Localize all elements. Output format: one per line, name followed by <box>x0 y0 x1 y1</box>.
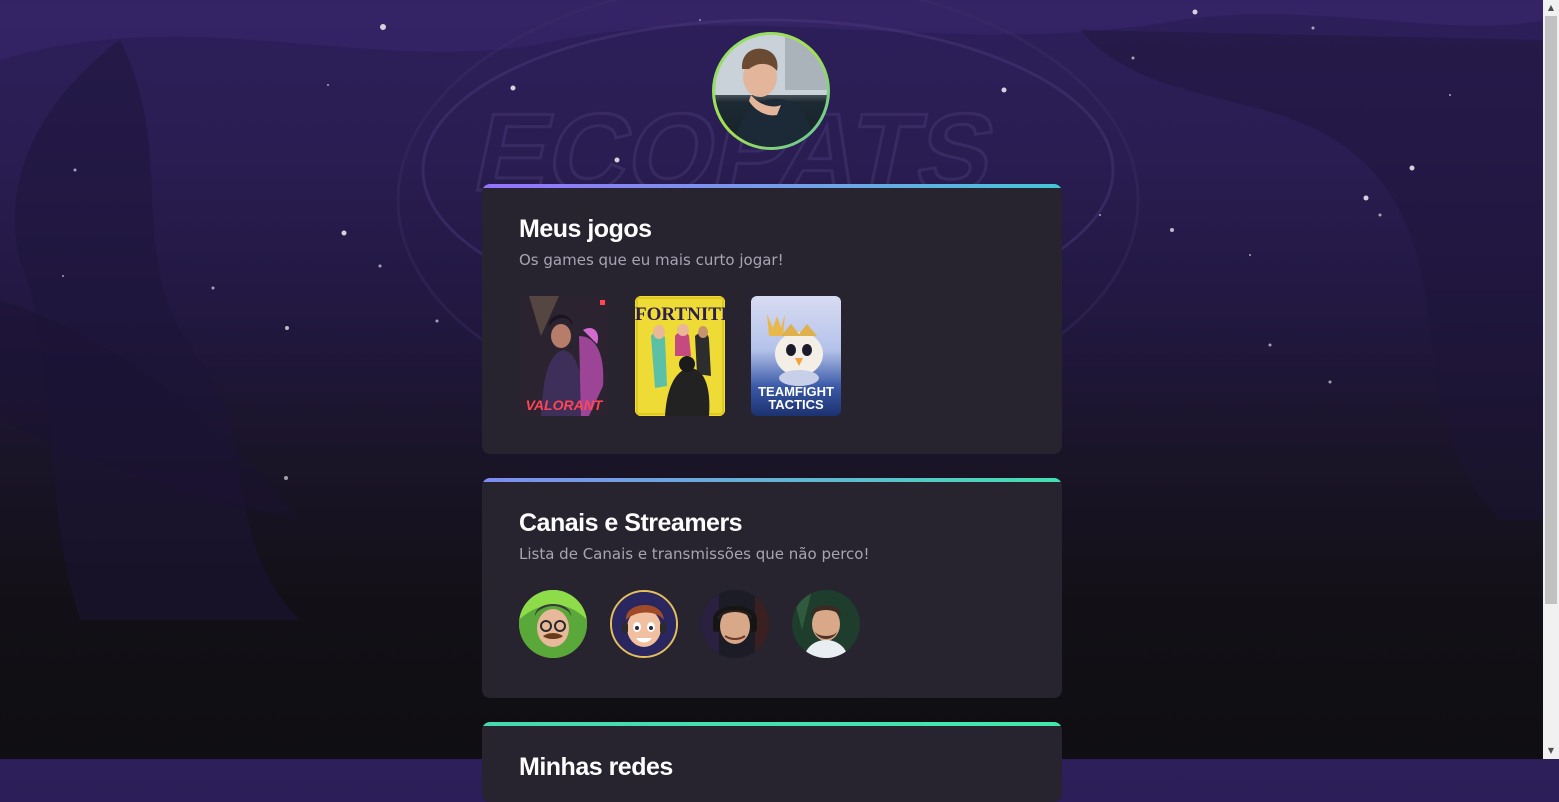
scrollbar-thumb[interactable] <box>1545 16 1557 604</box>
games-subtitle: Os games que eu mais curto jogar! <box>519 251 784 269</box>
game-tft-title-line2: TACTICS <box>768 397 824 412</box>
streamer-avatar-2[interactable] <box>610 590 678 658</box>
card-accent-bar <box>482 722 1062 726</box>
game-valorant-title: VALORANT <box>525 397 603 413</box>
social-title: Minhas redes <box>519 753 673 781</box>
games-card: Meus jogos Os games que eu mais curto jo… <box>482 184 1062 454</box>
streamers-subtitle: Lista de Canais e transmissões que não p… <box>519 545 870 563</box>
scroll-up-arrow-icon[interactable]: ▲ <box>1543 0 1559 16</box>
game-fortnite-cover[interactable]: FORTNITE <box>635 296 725 416</box>
card-accent-bar <box>482 478 1062 482</box>
game-tft-cover[interactable]: TEAMFIGHT TACTICS <box>751 296 841 416</box>
streamer-avatar-4[interactable] <box>792 590 860 658</box>
card-accent-bar <box>482 184 1062 188</box>
games-title: Meus jogos <box>519 215 652 243</box>
social-card: Minhas redes <box>482 722 1062 802</box>
profile-photo <box>715 35 827 147</box>
scroll-down-arrow-icon[interactable]: ▼ <box>1543 743 1559 759</box>
game-valorant-cover[interactable]: VALORANT <box>519 296 609 416</box>
streamers-title: Canais e Streamers <box>519 509 743 537</box>
streamers-card: Canais e Streamers Lista de Canais e tra… <box>482 478 1062 698</box>
page-scrollbar[interactable]: ▲ ▼ <box>1543 0 1559 759</box>
profile-avatar <box>712 32 830 150</box>
game-fortnite-title: FORTNITE <box>635 304 725 325</box>
streamer-avatar-1[interactable] <box>519 590 587 658</box>
streamer-avatar-3[interactable] <box>701 590 769 658</box>
